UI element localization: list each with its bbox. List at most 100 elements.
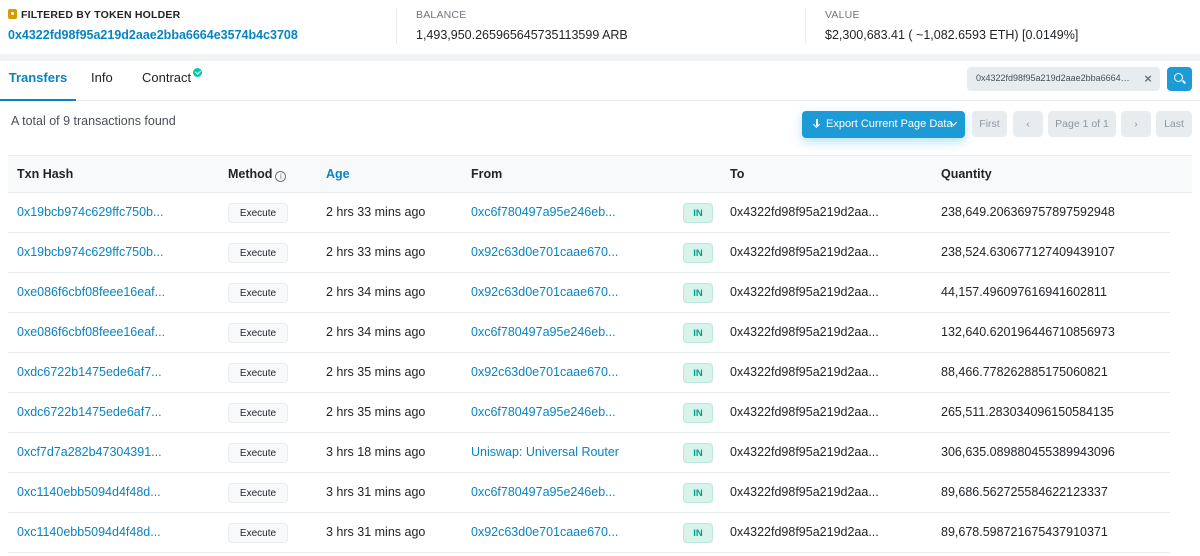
summary-divider [396, 8, 397, 44]
info-icon[interactable]: i [275, 171, 287, 182]
method-badge: Execute [228, 323, 288, 343]
search-button[interactable] [1167, 67, 1192, 91]
from-address-link[interactable]: 0x92c63d0e701caae670... [471, 233, 631, 271]
age-text: 2 hrs 34 mins ago [326, 285, 426, 299]
table-row: 0xdc6722b1475ede6af7... Execute 2 hrs 35 m… [8, 393, 1170, 433]
age-text: 3 hrs 18 mins ago [326, 445, 426, 459]
quantity-value: 132,640.620196446710856973 [941, 325, 1115, 339]
direction-badge: IN [683, 283, 713, 303]
txn-hash-link[interactable]: 0xcf7d7a282b47304391... [17, 433, 177, 471]
to-address: 0x4322fd98f95a219d2aa... [730, 285, 879, 299]
age-text: 2 hrs 33 mins ago [326, 245, 426, 259]
tab-contract-label: Contract [142, 70, 192, 85]
txn-hash-link[interactable]: 0x19bcb974c629ffc750b... [17, 233, 177, 271]
direction-badge: IN [683, 203, 713, 223]
holder-address-link[interactable]: 0x4322fd98f95a219d2aae2bba6664e3574b4c37… [8, 28, 298, 42]
age-text: 2 hrs 33 mins ago [326, 205, 426, 219]
pagination-page-indicator: Page 1 of 1 [1048, 111, 1116, 137]
direction-badge: IN [683, 443, 713, 463]
method-badge: Execute [228, 443, 288, 463]
pagination-next-button[interactable]: › [1121, 111, 1151, 137]
holder-label-text: FILTERED BY TOKEN HOLDER [21, 9, 181, 21]
tag-icon [8, 9, 17, 19]
txn-hash-link[interactable]: 0xdc6722b1475ede6af7... [17, 393, 177, 431]
to-address: 0x4322fd98f95a219d2aa... [730, 245, 879, 259]
method-badge: Execute [228, 483, 288, 503]
method-badge: Execute [228, 243, 288, 263]
transfers-table-header: Txn Hash Method i Age From To Quantity [8, 155, 1192, 193]
method-badge: Execute [228, 283, 288, 303]
table-row: 0xc1140ebb5094d4f48d... Execute 3 hrs 31 m… [8, 473, 1170, 513]
header-quantity: Quantity [941, 167, 992, 181]
age-text: 3 hrs 31 mins ago [326, 525, 426, 539]
tab-transfers[interactable]: Transfers [0, 61, 76, 101]
method-badge: Execute [228, 403, 288, 423]
total-transactions-text: A total of 9 transactions found [11, 114, 176, 128]
method-badge: Execute [228, 203, 288, 223]
direction-badge: IN [683, 363, 713, 383]
to-address: 0x4322fd98f95a219d2aa... [730, 405, 879, 419]
method-badge: Execute [228, 523, 288, 543]
age-text: 2 hrs 34 mins ago [326, 325, 426, 339]
table-row: 0xe086f6cbf08feee16eaf... Execute 2 hrs 34… [8, 273, 1170, 313]
quantity-value: 238,649.206369757897592948 [941, 205, 1115, 219]
quantity-value: 44,157.496097616941602811 [941, 285, 1107, 299]
tab-info[interactable]: Info [91, 61, 113, 101]
clear-filter-button[interactable]: × [1136, 67, 1160, 91]
header-txn-hash: Txn Hash [17, 167, 74, 181]
to-address: 0x4322fd98f95a219d2aa... [730, 365, 879, 379]
age-text: 2 hrs 35 mins ago [326, 365, 426, 379]
to-address: 0x4322fd98f95a219d2aa... [730, 325, 879, 339]
value-label: VALUE [825, 9, 860, 21]
table-row: 0xcf7d7a282b47304391... Execute 3 hrs 18 m… [8, 433, 1170, 473]
table-row: 0xdc6722b1475ede6af7... Execute 2 hrs 35 m… [8, 353, 1170, 393]
holder-filter-label: FILTERED BY TOKEN HOLDER [8, 9, 180, 21]
from-address-link[interactable]: 0x92c63d0e701caae670... [471, 513, 631, 551]
tab-contract[interactable]: Contract [142, 61, 203, 101]
export-label: Export Current Page Data [826, 118, 953, 130]
from-address-link[interactable]: 0x92c63d0e701caae670... [471, 353, 631, 391]
table-row: 0xe086f6cbf08feee16eaf... Execute 2 hrs 34… [8, 313, 1170, 353]
balance-value: 1,493,950.265965645735113599 ARB [416, 28, 628, 42]
from-address-link[interactable]: 0x92c63d0e701caae670... [471, 273, 631, 311]
address-filter-value: 0x4322fd98f95a219d2aae2bba6664e3574b4c37… [976, 73, 1131, 83]
txn-hash-link[interactable]: 0x19bcb974c629ffc750b... [17, 193, 177, 231]
to-address: 0x4322fd98f95a219d2aa... [730, 485, 879, 499]
section-divider [0, 54, 1200, 61]
age-text: 3 hrs 31 mins ago [326, 485, 426, 499]
to-address: 0x4322fd98f95a219d2aa... [730, 445, 879, 459]
from-address-link[interactable]: 0xc6f780497a95e246eb... [471, 393, 631, 431]
txn-hash-link[interactable]: 0xc1140ebb5094d4f48d... [17, 473, 177, 511]
txn-hash-link[interactable]: 0xe086f6cbf08feee16eaf... [17, 313, 177, 351]
from-address-link[interactable]: 0xc6f780497a95e246eb... [471, 313, 631, 351]
txn-hash-link[interactable]: 0xe086f6cbf08feee16eaf... [17, 273, 177, 311]
export-page-data-button[interactable]: Export Current Page Data [802, 111, 965, 138]
direction-badge: IN [683, 323, 713, 343]
quantity-value: 89,686.562725584622123337 [941, 485, 1108, 499]
age-text: 2 hrs 35 mins ago [326, 405, 426, 419]
quantity-value: 88,466.778262885175060821 [941, 365, 1108, 379]
holder-summary: FILTERED BY TOKEN HOLDER 0x4322fd98f95a2… [0, 0, 1200, 54]
value-section: VALUE $2,300,683.41 ( ~1,082.6593 ETH) [… [825, 0, 1200, 54]
from-address-link[interactable]: Uniswap: Universal Router [471, 433, 631, 471]
quantity-value: 238,524.630677127409439107 [941, 245, 1115, 259]
from-address-link[interactable]: 0xc6f780497a95e246eb... [471, 473, 631, 511]
from-address-link[interactable]: 0xc6f780497a95e246eb... [471, 193, 631, 231]
txn-hash-link[interactable]: 0xc1140ebb5094d4f48d... [17, 513, 177, 551]
pagination-first-button[interactable]: First [972, 111, 1007, 137]
table-row: 0x19bcb974c629ffc750b... Execute 2 hrs 33 … [8, 193, 1170, 233]
header-age[interactable]: Age [326, 156, 350, 192]
address-filter-chip: 0x4322fd98f95a219d2aae2bba6664e3574b4c37… [967, 67, 1160, 91]
to-address: 0x4322fd98f95a219d2aa... [730, 205, 879, 219]
pagination-prev-button[interactable]: ‹ [1013, 111, 1043, 137]
header-method-label: Method [228, 167, 273, 181]
header-method: Method i [228, 156, 287, 192]
header-from: From [471, 167, 503, 181]
pagination-last-button[interactable]: Last [1156, 111, 1192, 137]
balance-section: BALANCE 1,493,950.265965645735113599 ARB [416, 0, 806, 54]
holder-address-value: 0x4322fd98f95a219d2aae2bba6664e3574b4c37… [8, 28, 298, 42]
summary-divider [805, 8, 806, 44]
value-amount: $2,300,683.41 ( ~1,082.6593 ETH) [0.0149… [825, 28, 1079, 42]
txn-hash-link[interactable]: 0xdc6722b1475ede6af7... [17, 353, 177, 391]
holder-filter-section: FILTERED BY TOKEN HOLDER 0x4322fd98f95a2… [8, 0, 408, 54]
